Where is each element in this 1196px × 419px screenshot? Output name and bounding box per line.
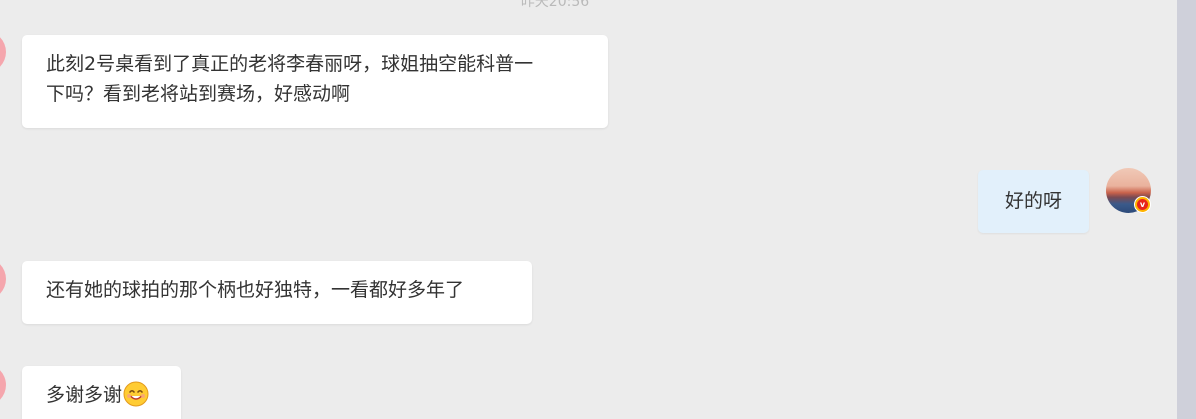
message-text: 此刻2号桌看到了真正的老将李春丽呀，球姐抽空能科普一: [46, 53, 534, 75]
message-text: 还有她的球拍的那个柄也好独特，一看都好多年了: [46, 279, 465, 301]
sender-avatar[interactable]: [0, 364, 6, 406]
sender-avatar[interactable]: [0, 258, 6, 300]
message-bubble-right[interactable]: 好的呀: [978, 170, 1089, 233]
chat-message-list[interactable]: 昨天20:56 此刻2号桌看到了真正的老将李春丽呀，球姐抽空能科普一 下吗？看到…: [0, 0, 1177, 419]
message-text: 多谢多谢: [46, 384, 123, 406]
message-bubble-left[interactable]: 还有她的球拍的那个柄也好独特，一看都好多年了: [22, 261, 532, 324]
scrollbar[interactable]: [1177, 0, 1196, 419]
scrollbar-thumb[interactable]: [1181, 0, 1192, 419]
smile-emoji-icon: [123, 381, 149, 407]
sender-avatar[interactable]: [0, 31, 6, 73]
message-text: 好的呀: [1004, 190, 1062, 212]
message-bubble-left[interactable]: 多谢多谢: [22, 366, 181, 419]
message-text: 下吗？看到老将站到赛场，好感动啊: [46, 83, 351, 105]
self-avatar[interactable]: v: [1106, 168, 1151, 213]
verified-badge-icon: v: [1134, 196, 1151, 213]
message-timestamp: 昨天20:56: [520, 0, 590, 10]
message-bubble-left[interactable]: 此刻2号桌看到了真正的老将李春丽呀，球姐抽空能科普一 下吗？看到老将站到赛场，好…: [22, 35, 608, 128]
verified-v-icon: v: [1137, 199, 1148, 210]
